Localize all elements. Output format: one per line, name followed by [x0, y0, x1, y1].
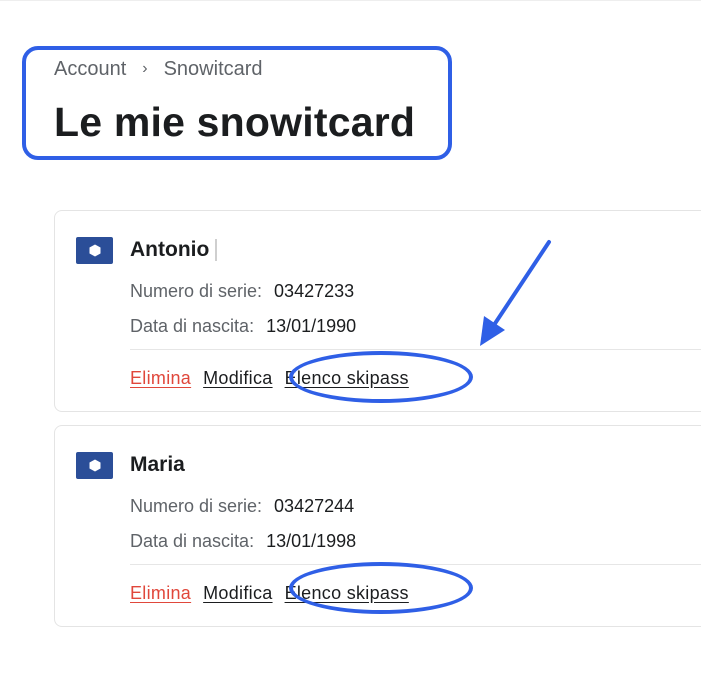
- serial-number-value: 03427233: [274, 281, 355, 301]
- breadcrumb-snowitcard[interactable]: Snowitcard: [164, 58, 263, 81]
- hexagon-icon: [76, 452, 113, 479]
- card-divider: [130, 349, 701, 350]
- card-holder-name: Maria: [130, 452, 185, 478]
- skipass-list-link[interactable]: Elenco skipass: [285, 366, 409, 390]
- birth-date-label: Data di nascita:: [130, 316, 255, 336]
- breadcrumb: Account › Snowitcard: [54, 56, 263, 82]
- edit-link[interactable]: Modifica: [203, 366, 272, 390]
- birth-date-value: 13/01/1998: [266, 531, 357, 551]
- breadcrumb-account[interactable]: Account: [54, 58, 126, 81]
- birth-date-row: Data di nascita: 13/01/1990: [130, 314, 356, 338]
- serial-number-row: Numero di serie: 03427244: [130, 494, 354, 518]
- serial-number-label: Numero di serie:: [130, 496, 263, 516]
- birth-date-label: Data di nascita:: [130, 531, 255, 551]
- page: Account › Snowitcard Le mie snowitcard A…: [0, 0, 701, 681]
- card-actions: Elimina Modifica Elenco skipass: [130, 581, 421, 605]
- card-holder-name: Antonio: [130, 237, 278, 263]
- edit-link[interactable]: Modifica: [203, 581, 272, 605]
- serial-number-row: Numero di serie: 03427233: [130, 279, 354, 303]
- birth-date-row: Data di nascita: 13/01/1998: [130, 529, 356, 553]
- delete-link[interactable]: Elimina: [130, 581, 191, 605]
- page-title: Le mie snowitcard: [54, 99, 416, 145]
- birth-date-value: 13/01/1990: [266, 316, 357, 336]
- serial-number-value: 03427244: [274, 496, 355, 516]
- serial-number-label: Numero di serie:: [130, 281, 263, 301]
- card-divider: [130, 564, 701, 565]
- skipass-list-link[interactable]: Elenco skipass: [285, 581, 409, 605]
- redacted-surname: [215, 239, 278, 262]
- card-actions: Elimina Modifica Elenco skipass: [130, 366, 421, 390]
- snowitcard-card: Maria Numero di serie: 03427244 Data di …: [54, 425, 701, 627]
- chevron-right-icon: ›: [142, 60, 148, 77]
- hexagon-icon: [76, 237, 113, 264]
- card-holder-name-text: Antonio: [130, 238, 210, 261]
- delete-link[interactable]: Elimina: [130, 366, 191, 390]
- card-holder-name-text: Maria: [130, 453, 185, 476]
- snowitcard-card: Antonio Numero di serie: 03427233 Data d…: [54, 210, 701, 412]
